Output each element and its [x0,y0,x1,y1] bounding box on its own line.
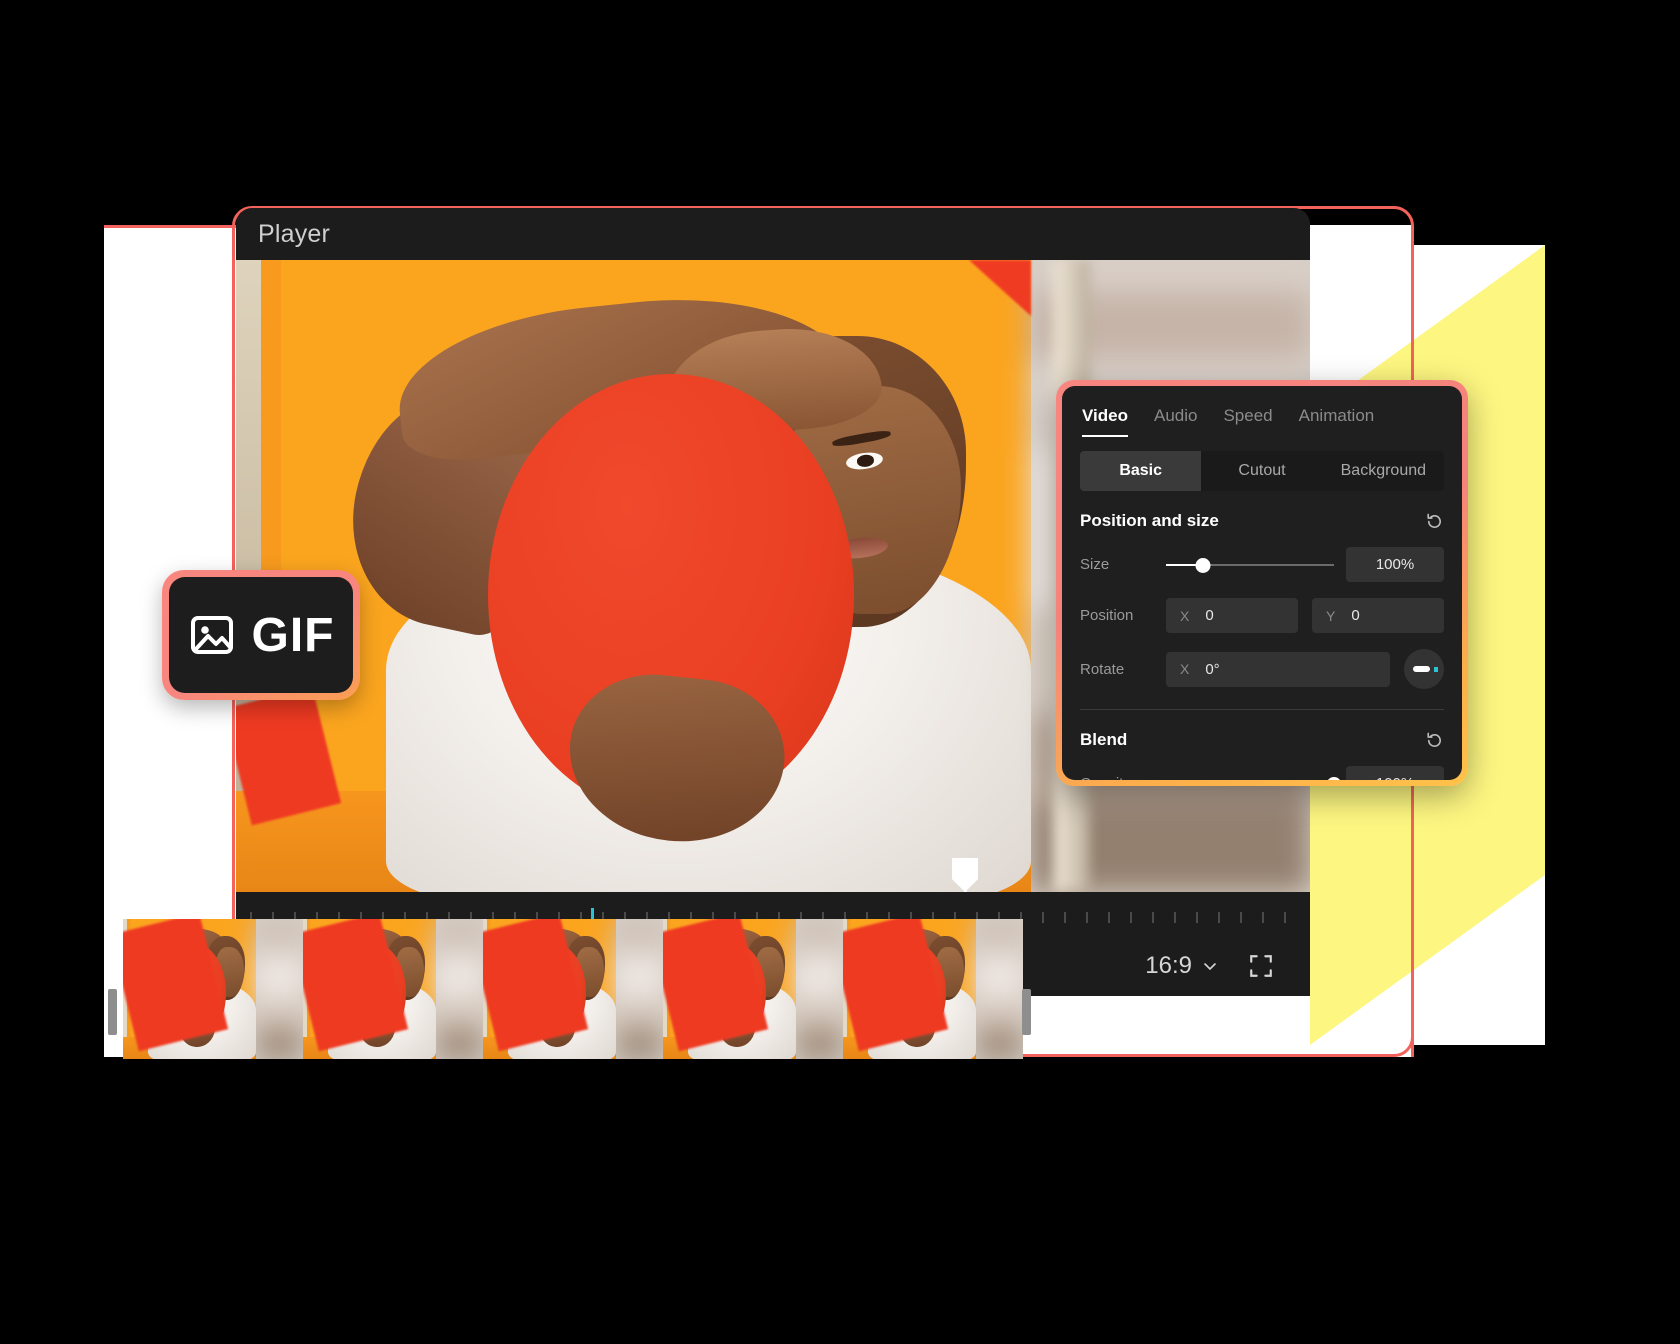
fullscreen-icon[interactable] [1248,953,1274,979]
reset-icon[interactable] [1425,512,1444,531]
photo-red-corner-top [968,260,1031,316]
image-icon [190,616,233,654]
rotate-x-value: 0° [1205,660,1220,678]
blend-section-header: Blend [1080,730,1444,750]
tab-audio[interactable]: Audio [1154,406,1197,437]
reset-icon[interactable] [1425,731,1444,750]
rotate-knob-dot [1434,667,1438,672]
tab-animation[interactable]: Animation [1299,406,1375,437]
gif-label: GIF [251,608,335,662]
size-slider-thumb[interactable] [1195,557,1211,573]
segment-background[interactable]: Background [1323,451,1444,491]
panel-inner: Video Audio Speed Animation Basic Cutout… [1062,386,1462,780]
filmstrip-thumbnail[interactable] [123,919,303,1059]
chevron-down-icon [1204,963,1216,971]
trim-handle-left[interactable] [108,989,117,1035]
size-value[interactable]: 100% [1346,547,1444,582]
screenshot-root: Player 16:9 Video Audio Speed Animation … [0,0,1680,1344]
opacity-value[interactable]: 100% [1346,766,1444,780]
gif-badge-inner: GIF [169,577,353,693]
rotate-row: Rotate X 0° [1080,649,1444,689]
player-header: Player [236,208,1310,260]
opacity-slider-thumb[interactable] [1326,776,1342,780]
size-label: Size [1080,556,1110,573]
segment-basic[interactable]: Basic [1080,451,1202,491]
position-x-field[interactable]: X 0 [1166,598,1298,633]
panel-tabs: Video Audio Speed Animation [1080,406,1444,437]
panel-segmented-control: Basic Cutout Background [1080,451,1444,491]
position-y-axis-label: Y [1326,607,1336,624]
opacity-row: Opacity 100% [1080,766,1444,780]
aspect-ratio-select[interactable]: 16:9 [1145,952,1218,980]
playhead[interactable] [952,858,978,892]
trim-handle-right[interactable] [1022,989,1031,1035]
position-row: Position X 0 Y 0 [1080,598,1444,633]
aspect-ratio-value: 16:9 [1145,952,1192,979]
position-y-value: 0 [1351,607,1360,624]
blend-title: Blend [1080,730,1128,749]
opacity-label: Opacity [1080,775,1166,780]
position-label: Position [1080,607,1134,624]
position-y-field[interactable]: Y 0 [1312,598,1444,633]
filmstrip-thumbnail[interactable] [663,919,843,1059]
rotate-x-axis-label: X [1180,661,1190,677]
position-size-title: Position and size [1080,511,1219,530]
filmstrip-thumbnail[interactable] [483,919,663,1059]
filmstrip-thumbnail[interactable] [843,919,1023,1059]
rotate-knob-icon[interactable] [1404,649,1444,689]
position-x-value: 0 [1205,607,1214,624]
rotate-label: Rotate [1080,660,1125,678]
video-settings-panel: Video Audio Speed Animation Basic Cutout… [1056,380,1468,786]
photo-red-corner-bottom [236,686,342,826]
segment-cutout[interactable]: Cutout [1201,451,1322,491]
timeline-filmstrip[interactable] [123,919,1023,1059]
size-row: Size 100% [1080,547,1444,582]
playhead-head [952,858,978,892]
position-size-section-header: Position and size [1080,511,1444,531]
filmstrip-thumbnail[interactable] [303,919,483,1059]
position-x-axis-label: X [1180,607,1190,624]
opacity-slider[interactable] [1166,776,1342,780]
size-slider[interactable] [1166,557,1334,573]
gif-badge[interactable]: GIF [162,570,360,700]
panel-divider [1080,709,1444,710]
tab-speed[interactable]: Speed [1223,406,1272,437]
rotate-x-field[interactable]: X 0° [1166,651,1390,687]
rotate-knob-bar [1413,666,1430,672]
player-title: Player [258,219,331,248]
tab-video[interactable]: Video [1082,406,1128,437]
